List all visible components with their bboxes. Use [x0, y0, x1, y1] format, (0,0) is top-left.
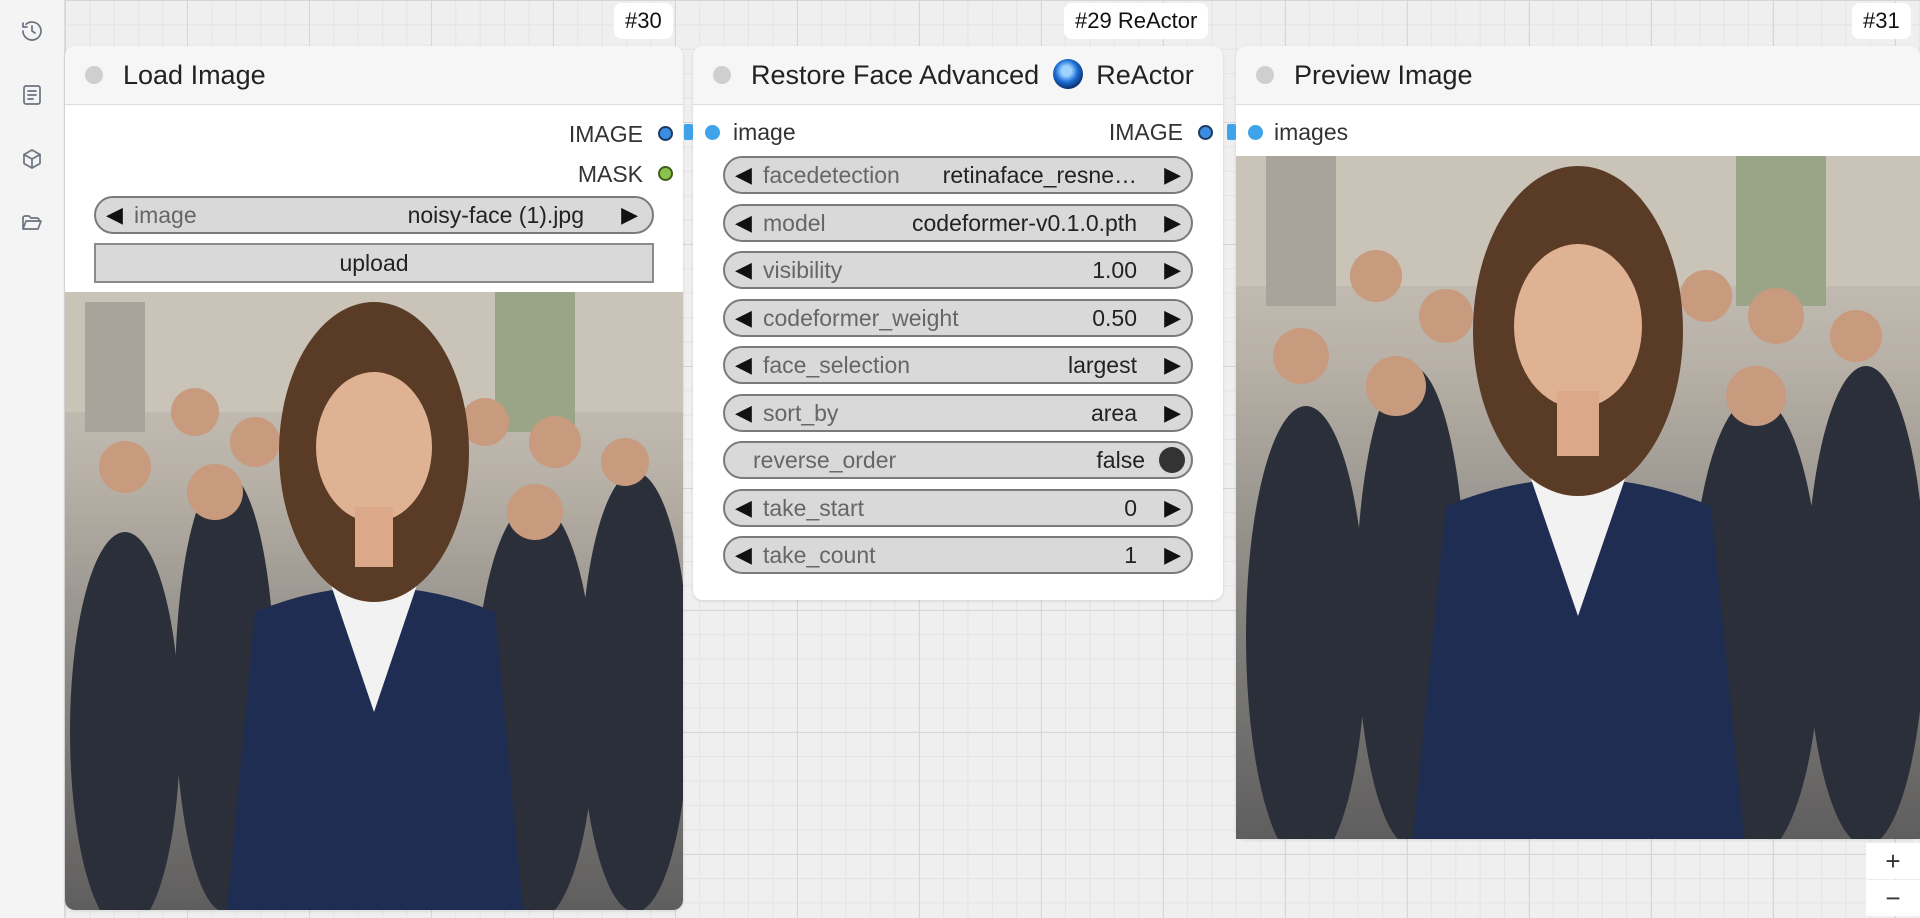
node-title: Preview Image	[1294, 60, 1473, 90]
node-id-badge-preview: #31	[1852, 3, 1911, 39]
increment-arrow-icon[interactable]: ▶	[1164, 158, 1181, 192]
sidebar	[0, 0, 65, 918]
input-images-label: images	[1274, 119, 1349, 145]
widget-value: false	[1096, 447, 1145, 473]
decrement-arrow-icon[interactable]: ◀	[735, 491, 752, 525]
decrement-arrow-icon[interactable]: ◀	[735, 206, 752, 240]
title-suffix: ReActor	[1096, 60, 1194, 90]
widget-label: visibility	[763, 257, 843, 283]
widget-codeformer-weight[interactable]: ◀ codeformer_weight 0.50 ▶	[723, 298, 1193, 337]
widget-value: 1.00	[1092, 257, 1137, 283]
widget-label: model	[763, 209, 826, 236]
decrement-arrow-icon[interactable]: ◀	[735, 396, 752, 430]
decrement-arrow-icon[interactable]: ◀	[106, 198, 123, 232]
widget-value: 0.50	[1092, 304, 1137, 331]
title-text: Restore Face Advanced	[751, 60, 1040, 90]
workflows-button[interactable]	[16, 207, 48, 239]
history-button[interactable]	[16, 15, 48, 47]
widget-value: 0	[1124, 494, 1137, 521]
widget-value: noisy-face (1).jpg	[407, 202, 584, 228]
widget-take-count[interactable]: ◀ take_count 1 ▶	[723, 536, 1193, 574]
widget-value: codeformer-v0.1.0.pth	[911, 209, 1137, 236]
widget-model[interactable]: ◀ model codeformer-v0.1.0.pth ▶	[723, 203, 1193, 242]
increment-arrow-icon[interactable]: ▶	[1164, 348, 1181, 382]
widget-label: reverse_order	[753, 447, 897, 473]
zoom-in-button[interactable]: +	[1866, 843, 1920, 879]
collapse-dot[interactable]	[1256, 66, 1274, 84]
increment-arrow-icon[interactable]: ▶	[1164, 206, 1181, 240]
widget-label: take_start	[763, 494, 864, 521]
portrait-photo-icon	[1236, 156, 1920, 839]
input-images-slot[interactable]	[1248, 125, 1263, 140]
restore-face-node[interactable]: Restore Face Advanced ReActor image IMAG…	[684, 46, 1223, 600]
node-id-badge-restore: #29 ReActor	[1064, 3, 1209, 39]
widget-label: face_selection	[763, 352, 911, 378]
widget-reverse-order[interactable]: reverse_order false	[723, 441, 1193, 479]
restore-face-header[interactable]: Restore Face Advanced ReActor	[693, 46, 1223, 105]
load-image-node[interactable]: Load Image IMAGE MASK ◀ image noisy-face…	[65, 46, 683, 910]
output-image-label: IMAGE	[568, 121, 643, 147]
widget-value: 1	[1124, 542, 1137, 568]
history-icon	[22, 21, 42, 41]
widget-label: image	[134, 202, 197, 228]
output-mask-label: MASK	[577, 161, 643, 187]
loaded-image-preview	[65, 292, 683, 910]
model-library-button[interactable]	[16, 143, 48, 175]
upload-button[interactable]: upload	[94, 243, 654, 283]
node-title: Load Image	[123, 60, 266, 90]
toggle-knob-icon[interactable]	[1159, 447, 1185, 473]
decrement-arrow-icon[interactable]: ◀	[735, 253, 752, 287]
increment-arrow-icon[interactable]: ▶	[1164, 491, 1181, 525]
zoom-out-button[interactable]: −	[1866, 880, 1920, 916]
queue-button[interactable]	[16, 79, 48, 111]
increment-arrow-icon[interactable]: ▶	[1164, 301, 1181, 335]
widget-label: facedetection	[763, 162, 900, 188]
increment-arrow-icon[interactable]: ▶	[1164, 253, 1181, 287]
document-icon	[23, 85, 41, 105]
decrement-arrow-icon[interactable]: ◀	[735, 538, 752, 572]
output-mask-slot[interactable]	[658, 166, 673, 181]
collapse-dot[interactable]	[713, 66, 731, 84]
portrait-photo-icon	[65, 292, 683, 910]
node-id-badge-load: #30	[614, 3, 673, 39]
widget-visibility[interactable]: ◀ visibility 1.00 ▶	[723, 251, 1193, 289]
widget-value: retinaface_resne…	[942, 162, 1137, 188]
widget-face-selection[interactable]: ◀ face_selection largest ▶	[723, 346, 1193, 384]
input-image-slot[interactable]	[705, 125, 720, 140]
increment-arrow-icon[interactable]: ▶	[621, 198, 638, 232]
decrement-arrow-icon[interactable]: ◀	[735, 348, 752, 382]
widget-label: sort_by	[763, 399, 839, 426]
reactor-logo-icon	[1052, 59, 1083, 89]
input-link-stub	[684, 124, 693, 140]
widget-value: area	[1090, 399, 1137, 426]
decrement-arrow-icon[interactable]: ◀	[735, 301, 752, 335]
input-link-stub	[1227, 124, 1236, 140]
output-image-slot[interactable]	[1198, 125, 1213, 140]
preview-image-output	[1236, 156, 1920, 839]
load-image-header[interactable]: Load Image	[65, 46, 683, 105]
cube-icon	[23, 149, 41, 169]
widget-take-start[interactable]: ◀ take_start 0 ▶	[723, 488, 1193, 527]
image-selector-widget[interactable]: ◀ image noisy-face (1).jpg ▶	[94, 196, 654, 234]
decrement-arrow-icon[interactable]: ◀	[735, 158, 752, 192]
widget-facedetection[interactable]: ◀ facedetection retinaface_resne… ▶	[723, 156, 1193, 194]
collapse-dot[interactable]	[85, 66, 103, 84]
widget-sort-by[interactable]: ◀ sort_by area ▶	[723, 393, 1193, 432]
output-image-slot[interactable]	[658, 126, 673, 141]
node-title: Restore Face Advanced ReActor	[751, 46, 1194, 104]
increment-arrow-icon[interactable]: ▶	[1164, 396, 1181, 430]
widget-value: largest	[1067, 352, 1137, 378]
folder-icon	[22, 215, 42, 230]
preview-image-node[interactable]: Preview Image images	[1227, 46, 1920, 839]
output-image-label: IMAGE	[1108, 119, 1183, 145]
input-image-label: image	[733, 119, 796, 145]
preview-image-header[interactable]: Preview Image	[1236, 46, 1920, 105]
widget-label: take_count	[763, 542, 876, 568]
widget-label: codeformer_weight	[763, 304, 959, 331]
increment-arrow-icon[interactable]: ▶	[1164, 538, 1181, 572]
